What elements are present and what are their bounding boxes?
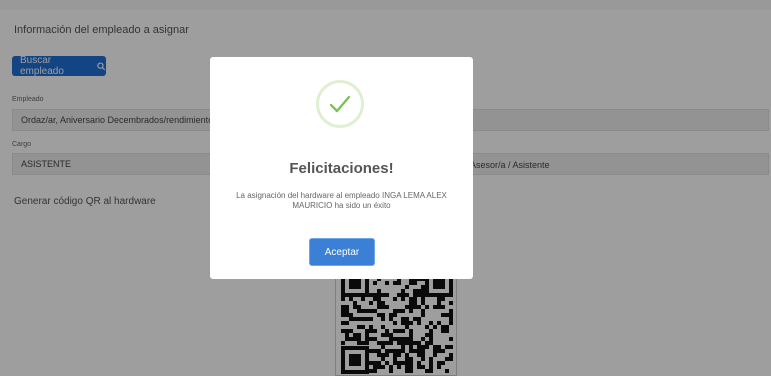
dialog-message: La asignación del hardware al empleado I… — [236, 191, 447, 210]
success-check-circle — [316, 80, 364, 128]
dialog-title: Felicitaciones! — [289, 160, 394, 177]
check-icon — [329, 95, 351, 113]
success-dialog: Felicitaciones! La asignación del hardwa… — [210, 57, 473, 279]
accept-button[interactable]: Aceptar — [309, 238, 375, 266]
